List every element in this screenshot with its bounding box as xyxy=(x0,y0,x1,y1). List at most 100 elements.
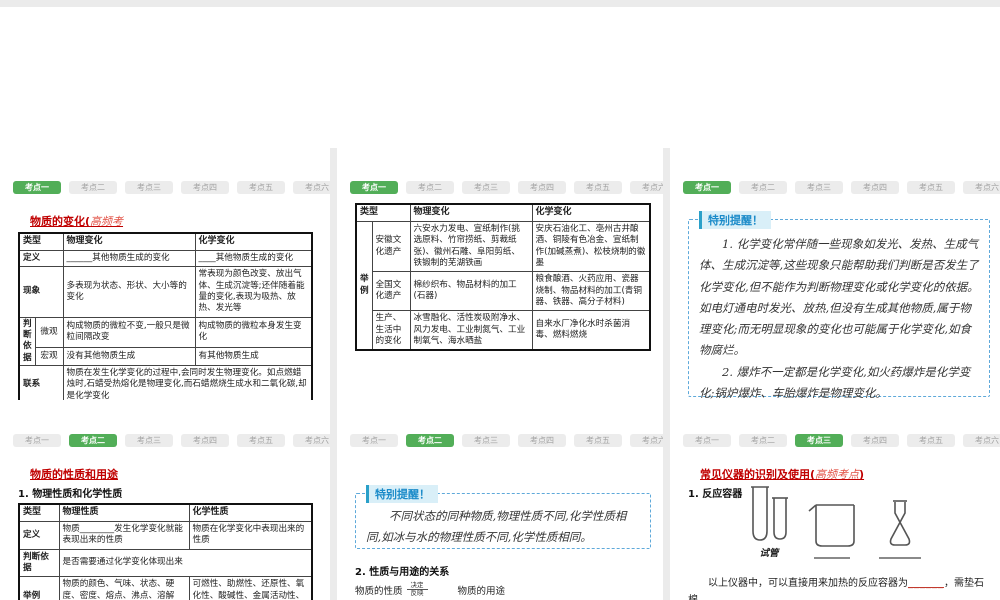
tab-kaodian-5[interactable]: 考点五 xyxy=(237,181,285,194)
cell-micro-physical: 构成物质的微粒不变,一般只是微粒间隔改变 xyxy=(62,316,196,349)
row-label-examples: 举例 xyxy=(18,576,60,600)
tab-kaodian-6[interactable]: 考点六 xyxy=(630,181,663,194)
erlenmeyer-flask-icon xyxy=(889,500,911,546)
row-label-examples: 举例 xyxy=(355,220,373,351)
test-tubes-figure: 试管 xyxy=(748,485,790,559)
gutter-vertical-left xyxy=(330,148,337,600)
tab-kaodian-5[interactable]: 考点五 xyxy=(907,434,955,447)
slide-6-common-apparatus[interactable]: 考点一 考点二 考点三 考点四 考点五 考点六 常见仪器的识别及使用(高频考点) 1. 反… xyxy=(670,407,1000,600)
arrow-label-reflect: 反映 xyxy=(410,589,424,598)
tab-kaodian-2[interactable]: 考点二 xyxy=(406,181,454,194)
tab-kaodian-2[interactable]: 考点二 xyxy=(739,434,787,447)
cell-definition-chemical: ____其他物质生成的变化 xyxy=(194,249,313,268)
reminder-text: 1. 化学变化常伴随一些现象如发光、发热、生成气体、生成沉淀等,这些现象只能帮助… xyxy=(689,220,989,400)
tab-kaodian-2[interactable]: 考点二 xyxy=(739,181,787,194)
table-row: 定义 物质________发生化学变化就能表现出来的性质 物质在化学变化中表现出… xyxy=(18,520,313,550)
tab-kaodian-5[interactable]: 考点五 xyxy=(574,434,622,447)
gutter-vertical-right xyxy=(663,148,670,600)
reminder-badge: 特别提醒！ xyxy=(699,211,771,229)
tab-kaodian-6[interactable]: 考点六 xyxy=(630,434,663,447)
col-header-physical: 物理变化 xyxy=(409,203,533,222)
tab-kaodian-1[interactable]: 考点一 xyxy=(13,434,61,447)
tab-kaodian-2[interactable]: 考点二 xyxy=(69,181,117,194)
tab-kaodian-5[interactable]: 考点五 xyxy=(574,181,622,194)
col-header-physical: 物理变化 xyxy=(62,232,196,251)
col-header-chemical-property: 化学性质 xyxy=(188,503,313,522)
slide4-title: 物质的性质和用途 xyxy=(30,468,118,481)
tab-kaodian-4[interactable]: 考点四 xyxy=(181,181,229,194)
row-label-national-heritage: 全国文化遗产 xyxy=(371,271,411,312)
relation-diagram: 物质的性质 决定 反映 物质的用途 xyxy=(355,581,663,598)
properties-table: 类型 物理性质 化学性质 定义 物质________发生化学变化就能表现出来的性… xyxy=(18,503,313,600)
table-row: 判断依据 是否需要通过化学变化体现出来 xyxy=(18,548,313,578)
slide-4-properties-and-uses[interactable]: 考点一 考点二 考点三 考点四 考点五 考点六 物质的性质和用途 1. 物理性质和化学性质… xyxy=(0,407,330,600)
table-row: 全国文化遗产 棉纱织布、物品材料的加工(石器) 粮食酿酒、火药应用、瓷器烧制、物… xyxy=(356,271,651,312)
cell-daily-chemical: 自来水厂净化水时杀菌消毒、燃料燃烧 xyxy=(531,310,651,351)
slide4-subtitle: 1. 物理性质和化学性质 xyxy=(18,489,123,500)
tab-kaodian-3[interactable]: 考点三 xyxy=(125,434,173,447)
slide-2-examples[interactable]: 考点一 考点二 考点三 考点四 考点五 考点六 类型 物理变化 化学变化 举例 安徽文化遗… xyxy=(337,154,663,400)
cell-definition-chemical: 物质在化学变化中表现出来的性质 xyxy=(188,520,313,550)
tab-kaodian-4[interactable]: 考点四 xyxy=(518,181,566,194)
tab-kaodian-1-active[interactable]: 考点一 xyxy=(350,181,398,194)
slide6-title: 常见仪器的识别及使用(高频考点) xyxy=(700,466,1000,482)
row-label-link: 联系 xyxy=(18,364,64,400)
gutter-horizontal-middle xyxy=(0,0,1000,7)
cell-micro-chemical: 构成物质的微粒本身发生变化 xyxy=(194,316,313,349)
tab-kaodian-5[interactable]: 考点五 xyxy=(907,181,955,194)
slide6-title-close: ) xyxy=(859,468,865,481)
cell-phenomenon-physical: 多表现为状态、形状、大小等的变化 xyxy=(62,266,196,318)
reminder-text: 不同状态的同种物质,物理性质不同,化学性质相同,如冰与水的物理性质不同,化学性质… xyxy=(356,494,650,555)
tab-kaodian-4[interactable]: 考点四 xyxy=(518,434,566,447)
tab-bar: 考点一 考点二 考点三 考点四 考点五 考点六 xyxy=(0,154,330,200)
table-row: 类型 物理性质 化学性质 xyxy=(18,503,313,522)
slide-5-property-use-relation[interactable]: 考点一 考点二 考点三 考点四 考点五 考点六 特别提醒！ 不同状态的同种物质,物理性质不… xyxy=(337,407,663,600)
cell-examples-physical: 物质的颜色、气味、状态、硬度、密度、熔点、沸点、溶解性、挥发性、导热性、 xyxy=(58,576,190,600)
tab-kaodian-6[interactable]: 考点六 xyxy=(963,181,1000,194)
table-row: 举例 安徽文化遗产 六安水力发电、宣纸制作(挑选原料、竹帘捞纸、剪裁纸张)、徽州… xyxy=(355,220,651,351)
row-label-anhui-heritage: 安徽文化遗产 xyxy=(371,220,411,273)
question-text-part1: 以上仪器中，可以直接用来加热的反应容器为 xyxy=(708,578,908,589)
slide1-title-kai: 高频考 xyxy=(90,215,124,228)
tab-kaodian-1[interactable]: 考点一 xyxy=(350,434,398,447)
cell-definition-physical: 物质________发生化学变化就能表现出来的性质 xyxy=(58,520,190,550)
tab-kaodian-6[interactable]: 考点六 xyxy=(293,434,330,447)
row-label-judgement-basis: 判断依据 xyxy=(18,316,36,366)
flask-name-blank xyxy=(879,557,921,559)
tab-kaodian-6[interactable]: 考点六 xyxy=(963,434,1000,447)
tab-kaodian-3[interactable]: 考点三 xyxy=(795,181,843,194)
test-tube-label: 试管 xyxy=(759,548,779,559)
slide-3-special-reminder[interactable]: 考点一 考点二 考点三 考点四 考点五 考点六 特别提醒！ 1. 化学变化常伴随一些现象如… xyxy=(670,154,1000,400)
tab-kaodian-1-active[interactable]: 考点一 xyxy=(13,181,61,194)
beaker-figure xyxy=(806,501,858,559)
col-header-type: 类型 xyxy=(355,203,411,222)
row-label-daily-life: 生产、生活中的变化 xyxy=(371,310,411,351)
tab-kaodian-6[interactable]: 考点六 xyxy=(293,181,330,194)
tab-kaodian-4[interactable]: 考点四 xyxy=(851,181,899,194)
tab-kaodian-4[interactable]: 考点四 xyxy=(851,434,899,447)
relation-right-term: 物质的用途 xyxy=(457,585,506,597)
cell-judgement-text: 是否需要通过化学变化体现出来 xyxy=(58,548,313,578)
answer-blank: ______ xyxy=(908,578,944,589)
cell-daily-physical: 冰雪融化、活性炭吸附净水、风力发电、工业制氮气、工业制氧气、海水晒盐 xyxy=(409,310,533,351)
changes-table: 类型 物理变化 化学变化 定义 ______其他物质生成的变化 ____其他物质… xyxy=(18,232,314,400)
tab-kaodian-1-active[interactable]: 考点一 xyxy=(683,181,731,194)
tab-kaodian-1[interactable]: 考点一 xyxy=(683,434,731,447)
tab-kaodian-5[interactable]: 考点五 xyxy=(237,434,285,447)
tab-kaodian-2-active[interactable]: 考点二 xyxy=(69,434,117,447)
tab-kaodian-3[interactable]: 考点三 xyxy=(125,181,173,194)
row-label-micro: 微观 xyxy=(34,316,64,349)
reminder-paragraph-2: 2. 爆炸不一定都是化学变化,如火药爆炸是化学变化;锅炉爆炸、车胎爆炸是物理变化… xyxy=(699,364,971,400)
beaker-name-blank xyxy=(814,557,850,559)
tab-kaodian-3-active[interactable]: 考点三 xyxy=(795,434,843,447)
table-row: 举例 物质的颜色、气味、状态、硬度、密度、熔点、沸点、溶解性、挥发性、导热性、 … xyxy=(18,576,313,600)
tab-kaodian-3[interactable]: 考点三 xyxy=(462,434,510,447)
row-label-judgement-basis: 判断依据 xyxy=(18,548,60,578)
slide6-question-text: 以上仪器中，可以直接用来加热的反应容器为______，需垫石棉 网加热的容器为 xyxy=(688,575,988,600)
tab-kaodian-4[interactable]: 考点四 xyxy=(181,434,229,447)
reminder-paragraph-1: 1. 化学变化常伴随一些现象如发光、发热、生成气体、生成沉淀等,这些现象只能帮助… xyxy=(699,237,979,358)
tab-kaodian-2-active[interactable]: 考点二 xyxy=(406,434,454,447)
slide-1-changes-of-matter[interactable]: 考点一 考点二 考点三 考点四 考点五 考点六 物质的变化(高频考 类型 物理变化 化学变… xyxy=(0,154,330,400)
tab-kaodian-3[interactable]: 考点三 xyxy=(462,181,510,194)
cell-national-physical: 棉纱织布、物品材料的加工(石器) xyxy=(409,271,533,312)
